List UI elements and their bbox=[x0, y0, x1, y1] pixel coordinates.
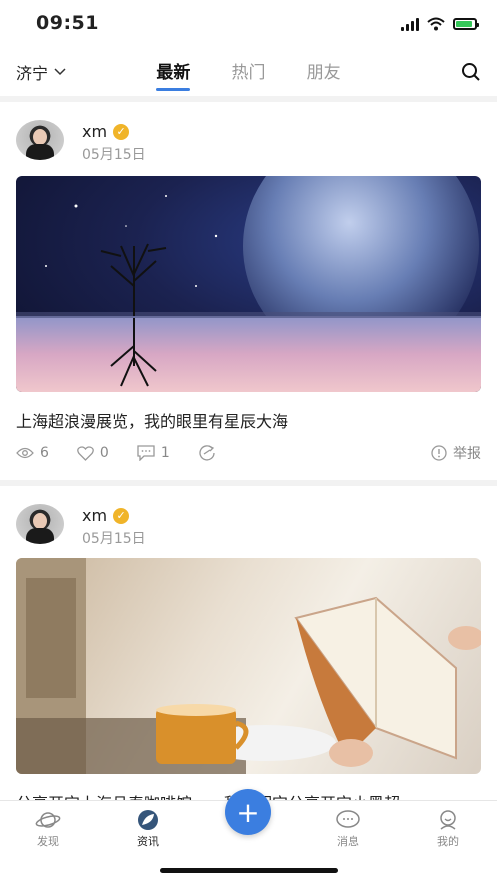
warning-icon bbox=[431, 445, 447, 461]
battery-icon bbox=[453, 18, 479, 30]
post-author: xm ✓ bbox=[82, 506, 130, 525]
chat-icon bbox=[336, 810, 360, 828]
avatar[interactable] bbox=[16, 504, 64, 544]
top-navigation: 济宁 最新 热门 朋友 bbox=[0, 50, 497, 96]
avatar[interactable] bbox=[16, 120, 64, 160]
comment-button[interactable]: 1 bbox=[137, 445, 170, 461]
post-title[interactable]: 上海超浪漫展览，我的眼里有星辰大海 bbox=[16, 408, 288, 432]
post-stats: 6 0 1 举报 bbox=[16, 442, 481, 464]
search-icon[interactable] bbox=[461, 62, 481, 82]
comment-icon bbox=[137, 445, 155, 461]
post-date: 05月15日 bbox=[82, 531, 146, 547]
post-card: xm ✓ 05月15日 bbox=[0, 486, 497, 800]
tab-friends[interactable]: 朋友 bbox=[307, 58, 341, 89]
tab-hot[interactable]: 热门 bbox=[232, 58, 266, 89]
planet-icon bbox=[35, 812, 61, 828]
like-count: 0 bbox=[99, 445, 109, 461]
feed-tabs: 最新 热门 朋友 bbox=[0, 58, 497, 91]
share-icon bbox=[199, 445, 215, 461]
tab-news[interactable]: 资讯 bbox=[118, 809, 178, 849]
eye-icon bbox=[16, 447, 34, 459]
add-post-button[interactable]: + bbox=[225, 789, 271, 835]
post-image[interactable] bbox=[16, 176, 481, 392]
like-button[interactable]: 0 bbox=[77, 445, 109, 461]
status-icons bbox=[401, 15, 479, 33]
tab-profile[interactable]: 我的 bbox=[418, 809, 478, 849]
tab-messages-label: 消息 bbox=[337, 835, 359, 848]
report-button[interactable]: 举报 bbox=[431, 443, 481, 463]
comment-count: 1 bbox=[160, 445, 170, 461]
tab-news-label: 资讯 bbox=[137, 835, 159, 848]
post-image[interactable] bbox=[16, 558, 481, 774]
post-card: xm ✓ 05月15日 bbox=[0, 102, 497, 480]
post-author: xm ✓ bbox=[82, 122, 130, 141]
view-count: 6 bbox=[16, 445, 49, 461]
home-indicator bbox=[160, 868, 338, 873]
tab-latest[interactable]: 最新 bbox=[156, 58, 191, 91]
tab-discover-label: 发现 bbox=[37, 835, 59, 848]
tab-profile-label: 我的 bbox=[437, 835, 459, 848]
status-bar: 09:51 bbox=[0, 0, 497, 48]
view-count-value: 6 bbox=[40, 445, 49, 461]
verified-badge-icon: ✓ bbox=[113, 123, 130, 140]
verified-badge-icon: ✓ bbox=[113, 507, 130, 524]
heart-icon bbox=[77, 445, 94, 461]
tab-messages[interactable]: 消息 bbox=[318, 809, 378, 849]
post-date: 05月15日 bbox=[82, 147, 146, 163]
coffee-book-image bbox=[16, 558, 481, 774]
leaf-icon bbox=[138, 810, 158, 830]
profile-icon bbox=[440, 810, 456, 830]
signal-icon bbox=[401, 17, 419, 31]
username[interactable]: xm bbox=[82, 506, 107, 525]
status-time: 09:51 bbox=[36, 12, 99, 34]
username[interactable]: xm bbox=[82, 122, 107, 141]
tab-discover[interactable]: 发现 bbox=[18, 809, 78, 849]
wifi-icon bbox=[427, 17, 445, 31]
report-label: 举报 bbox=[453, 446, 481, 462]
space-landscape-image bbox=[16, 176, 481, 392]
share-button[interactable] bbox=[198, 445, 216, 461]
